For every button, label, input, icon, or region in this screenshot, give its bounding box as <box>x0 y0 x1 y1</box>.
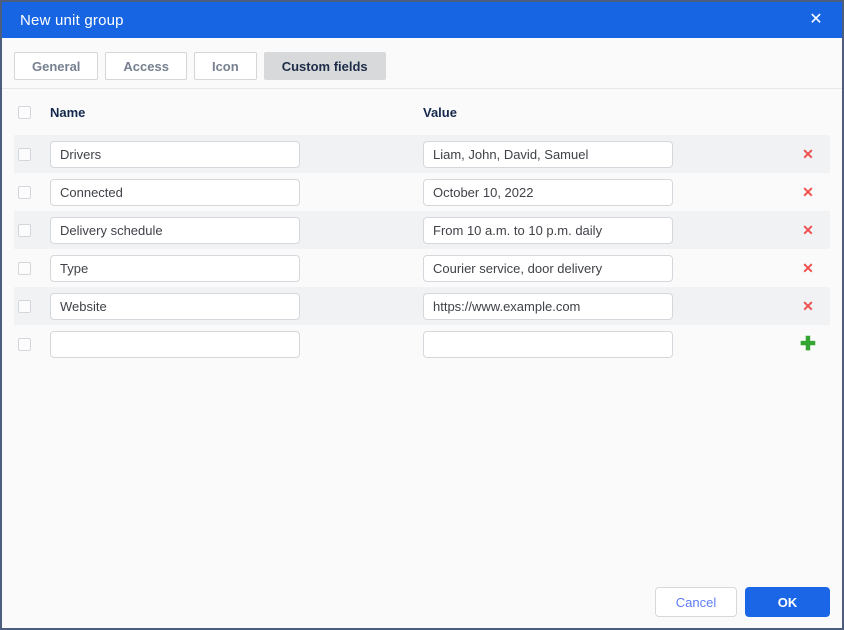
table-row: ✕ <box>14 211 830 249</box>
field-value-input[interactable] <box>423 178 673 206</box>
row-checkbox[interactable] <box>18 261 31 275</box>
tab-bar: General Access Icon Custom fields <box>2 38 842 89</box>
add-row-icon[interactable]: ✚ <box>799 335 817 354</box>
table-row: ✕ <box>14 287 830 325</box>
row-checkbox[interactable] <box>18 299 31 313</box>
new-field-name-input[interactable] <box>50 330 300 358</box>
row-checkbox[interactable] <box>18 223 31 237</box>
delete-row-icon[interactable]: ✕ <box>799 223 817 237</box>
field-value-input[interactable] <box>423 140 673 168</box>
field-name-input[interactable] <box>50 140 300 168</box>
new-field-value-input[interactable] <box>423 330 673 358</box>
dialog-titlebar: New unit group ✕ <box>2 2 842 38</box>
field-name-input[interactable] <box>50 254 300 282</box>
delete-row-icon[interactable]: ✕ <box>799 299 817 313</box>
table-row: ✕ <box>14 135 830 173</box>
new-unit-group-dialog: New unit group ✕ General Access Icon Cus… <box>0 0 844 630</box>
field-name-input[interactable] <box>50 178 300 206</box>
column-header-name: Name <box>50 104 86 120</box>
delete-row-icon[interactable]: ✕ <box>799 147 817 161</box>
row-checkbox[interactable] <box>18 147 31 161</box>
delete-row-icon[interactable]: ✕ <box>799 261 817 275</box>
field-name-input[interactable] <box>50 216 300 244</box>
field-name-input[interactable] <box>50 292 300 320</box>
row-checkbox[interactable] <box>18 337 31 351</box>
cancel-button[interactable]: Cancel <box>655 587 737 617</box>
field-value-input[interactable] <box>423 254 673 282</box>
tab-access[interactable]: Access <box>105 52 187 80</box>
ok-button[interactable]: OK <box>745 587 830 617</box>
tab-general[interactable]: General <box>14 52 99 80</box>
dialog-footer: Cancel OK <box>655 587 830 617</box>
custom-fields-table: ✕ ✕ ✕ ✕ ✕ <box>2 135 842 363</box>
table-header-row: Name Value <box>14 89 830 135</box>
dialog-title: New unit group <box>20 11 124 29</box>
delete-row-icon[interactable]: ✕ <box>799 185 817 199</box>
field-value-input[interactable] <box>423 216 673 244</box>
column-header-value: Value <box>423 104 457 120</box>
tab-custom-fields[interactable]: Custom fields <box>263 52 386 80</box>
table-row: ✕ <box>14 249 830 287</box>
table-row: ✕ <box>14 173 830 211</box>
select-all-checkbox[interactable] <box>18 105 31 119</box>
table-row-new: ✚ <box>14 325 830 363</box>
close-icon[interactable]: ✕ <box>806 10 826 30</box>
tab-icon[interactable]: Icon <box>193 52 257 80</box>
field-value-input[interactable] <box>423 292 673 320</box>
row-checkbox[interactable] <box>18 185 31 199</box>
